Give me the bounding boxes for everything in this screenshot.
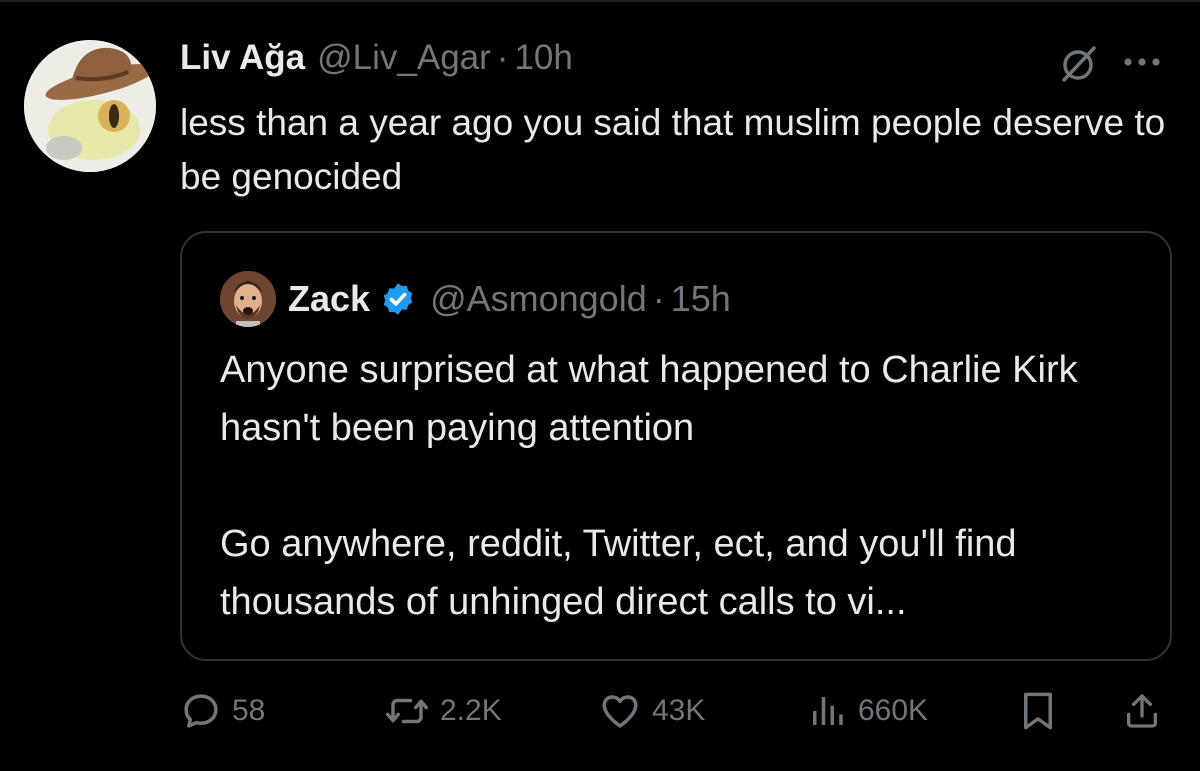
like-count: 43K xyxy=(652,694,706,727)
quoted-header-separator: · xyxy=(652,278,665,319)
quoted-tweet-text: Anyone surprised at what happened to Cha… xyxy=(220,349,1078,623)
quoted-tweet-timestamp[interactable]: 15h xyxy=(671,278,731,320)
reply-count: 58 xyxy=(232,694,266,727)
grok-icon[interactable] xyxy=(1058,44,1098,84)
author-display-name[interactable]: Liv Ağa xyxy=(180,38,305,78)
repost-count: 2.2K xyxy=(440,694,502,727)
views-count: 660K xyxy=(858,694,929,727)
tweet-action-bar: 58 2.2K 43K 660K xyxy=(180,686,1170,736)
reply-icon xyxy=(184,694,218,728)
author-avatar[interactable] xyxy=(24,40,156,172)
verified-badge-icon xyxy=(383,283,413,315)
bookmark-button[interactable] xyxy=(1020,686,1056,736)
share-icon xyxy=(1127,694,1157,728)
top-divider xyxy=(0,0,1200,2)
quoted-author-handle[interactable]: @Asmongold xyxy=(430,278,647,320)
reply-button[interactable]: 58 xyxy=(180,686,265,736)
quoted-author-display-name[interactable]: Zack xyxy=(288,278,370,320)
views-icon xyxy=(813,697,843,725)
quoted-tweet-header: Zack @Asmongold · 15h xyxy=(288,273,731,325)
like-button[interactable]: 43K xyxy=(598,686,705,736)
header-separator: · xyxy=(496,38,509,77)
repost-icon xyxy=(386,698,428,724)
tweet-header: Liv Ağa @Liv_Agar · 10h xyxy=(180,38,573,82)
more-icon[interactable] xyxy=(1114,52,1170,72)
author-handle[interactable]: @Liv_Agar xyxy=(317,38,491,78)
share-button[interactable] xyxy=(1122,686,1162,736)
heart-icon xyxy=(602,695,638,728)
quoted-author-avatar-image xyxy=(220,271,276,327)
tweet-timestamp[interactable]: 10h xyxy=(514,38,572,78)
views-button[interactable]: 660K xyxy=(806,686,928,736)
quoted-author-avatar[interactable] xyxy=(220,271,276,327)
repost-button[interactable]: 2.2K xyxy=(384,686,502,736)
tweet-text: less than a year ago you said that musli… xyxy=(180,102,1166,197)
author-avatar-image xyxy=(24,40,156,172)
bookmark-icon xyxy=(1024,692,1052,730)
quoted-tweet-card[interactable]: Zack @Asmongold · 15h Anyone surprised a… xyxy=(180,231,1172,661)
